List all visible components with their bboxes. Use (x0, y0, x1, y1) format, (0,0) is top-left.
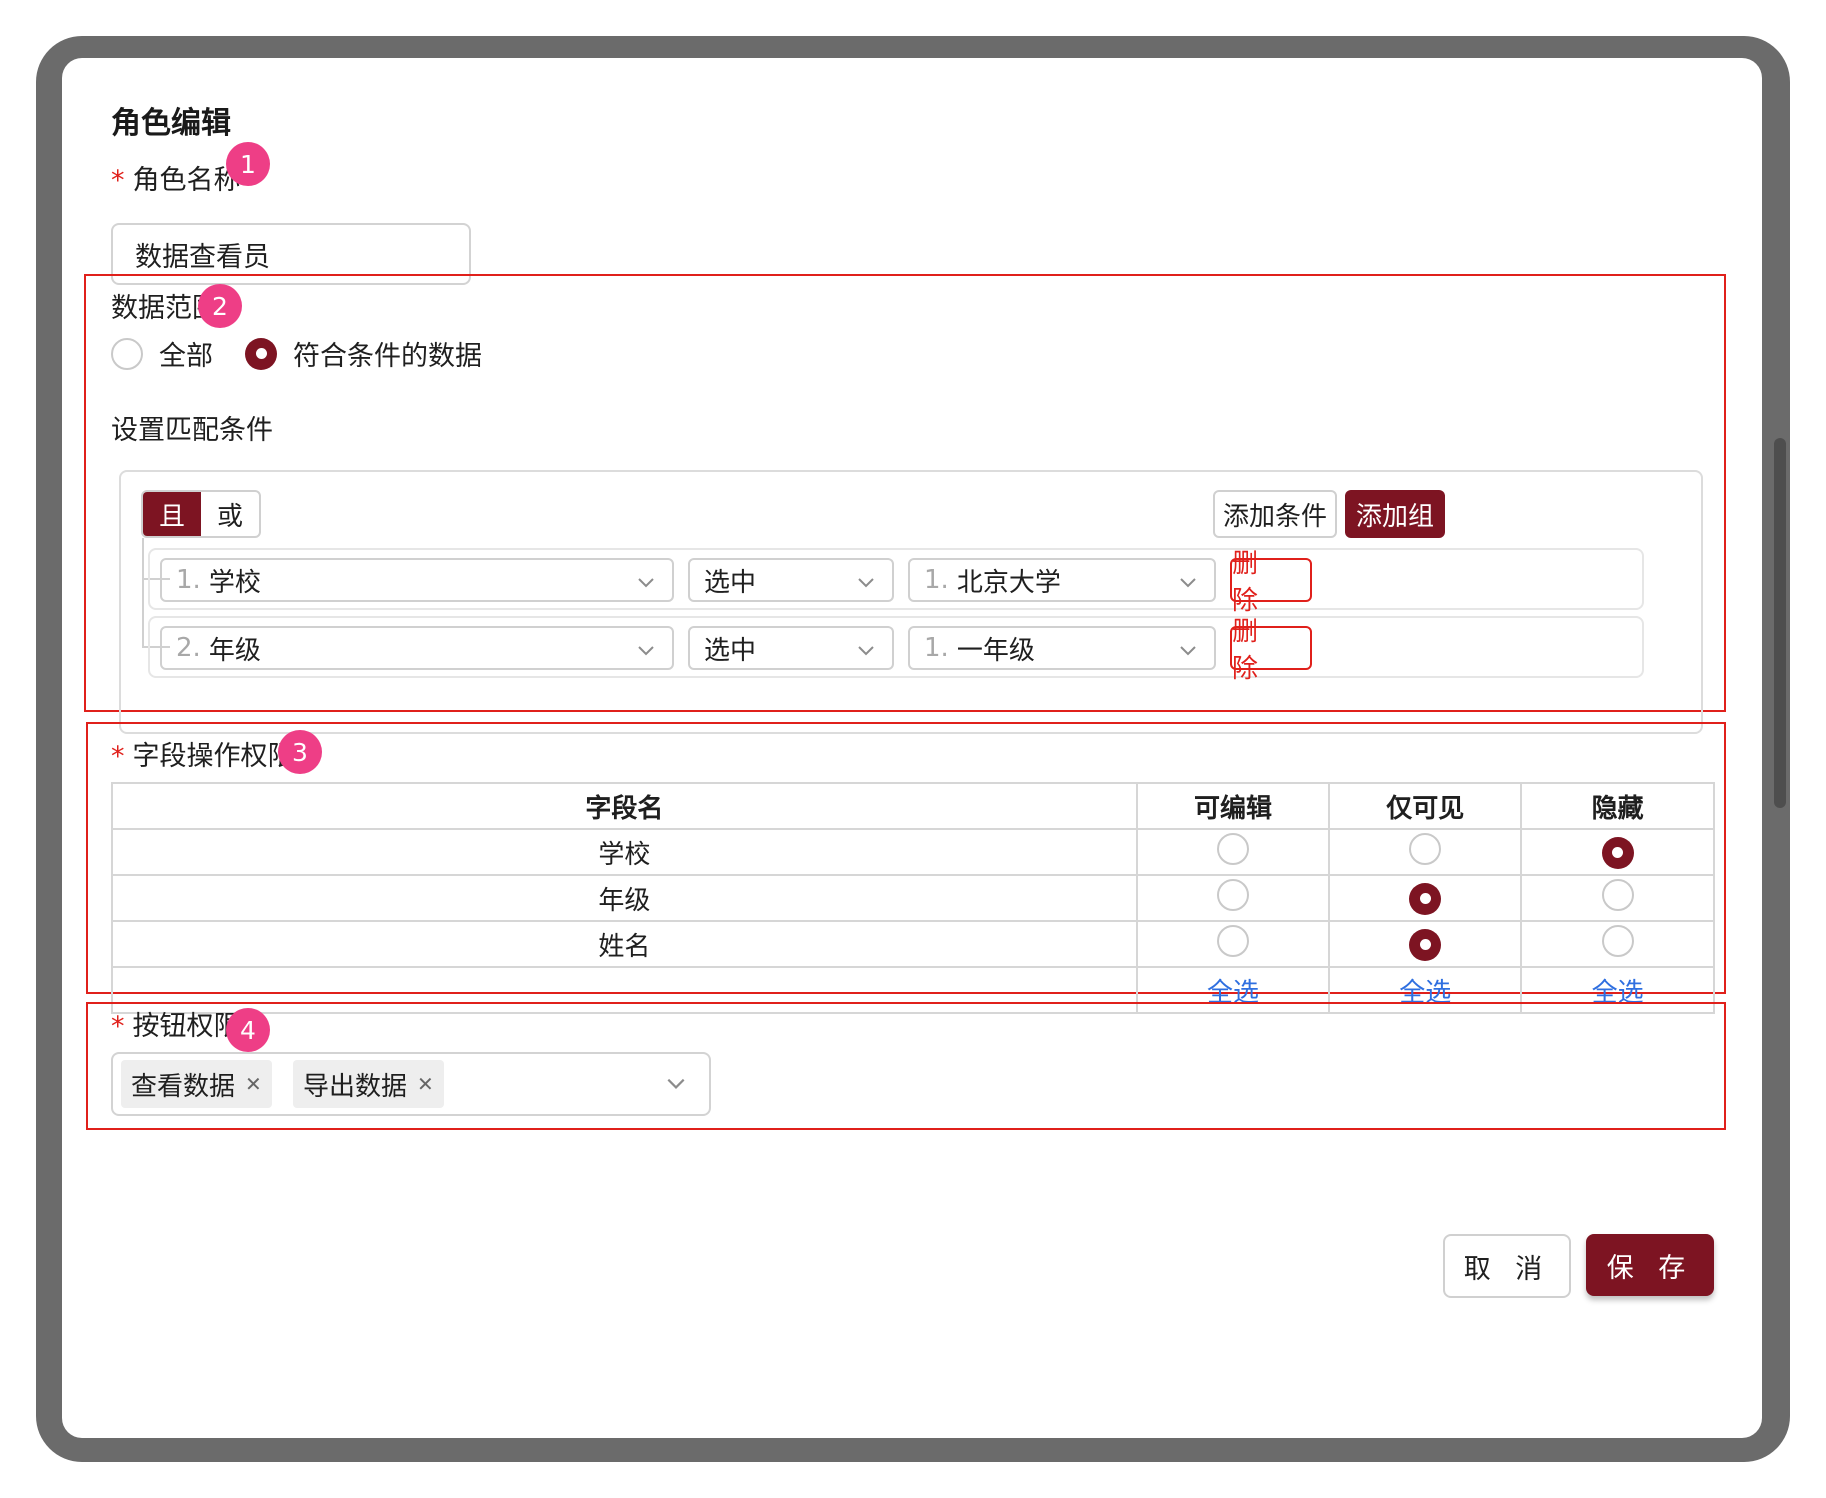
dialog-title: 角色编辑 (111, 106, 231, 141)
scope-option-all[interactable]: 全部 (111, 334, 213, 373)
required-mark: * (111, 1011, 125, 1042)
required-mark: * (111, 741, 125, 772)
required-mark: * (111, 165, 125, 196)
field-value: 年级 (208, 635, 261, 666)
step-badge-4: 4 (226, 1008, 270, 1052)
operator-value: 选中 (704, 567, 757, 598)
operator-select[interactable]: 选中 (688, 558, 894, 602)
add-condition-button[interactable]: 添加条件 (1213, 490, 1337, 538)
step-badge-2: 2 (198, 284, 242, 328)
radio-visible-only[interactable] (1409, 928, 1442, 961)
header-field-name: 字段名 (111, 782, 1138, 830)
chevron-down-icon (858, 578, 874, 588)
operator-select[interactable]: 选中 (688, 626, 894, 670)
logic-toggle: 且 或 (141, 490, 261, 538)
logic-or-button[interactable]: 或 (201, 492, 259, 536)
step-badge-1: 1 (226, 142, 270, 186)
table-header-row: 字段名 可编辑 仅可见 隐藏 (111, 782, 1715, 830)
delete-condition-button[interactable]: 删 除 (1230, 549, 1312, 616)
role-edit-dialog: 角色编辑 * 角色名称 1 数据查看员 数据范围 2 全部 符合条件的数据 设置匹… (62, 58, 1762, 1438)
header-visible-only: 仅可见 (1328, 782, 1523, 830)
table-row: 年级 (111, 874, 1715, 922)
permission-tag: 查看数据 ✕ (121, 1060, 272, 1108)
close-icon[interactable]: ✕ (245, 1072, 262, 1096)
value-select[interactable]: 1. 一年级 (908, 626, 1216, 670)
button-permissions-label: * 按钮权限 (111, 1011, 241, 1042)
value-value: 北京大学 (956, 567, 1061, 598)
radio-hidden[interactable] (1601, 836, 1634, 869)
value-index: 1. (924, 565, 949, 595)
field-index: 2. (176, 633, 201, 663)
radio-hidden[interactable] (1601, 924, 1634, 957)
radio-editable[interactable] (1217, 832, 1250, 865)
chevron-down-icon (667, 1078, 685, 1089)
radio-editable[interactable] (1217, 924, 1250, 957)
scrollbar[interactable] (1774, 438, 1786, 808)
radio-conditional[interactable] (245, 337, 277, 370)
condition-row: 1. 学校 选中 1. 北京大学 删 除 (148, 548, 1644, 616)
field-name-cell: 姓名 (111, 920, 1138, 968)
save-button[interactable]: 保 存 (1586, 1234, 1714, 1296)
field-name-cell: 年级 (111, 874, 1138, 922)
field-permissions-label: * 字段操作权限 (111, 741, 295, 772)
match-conditions-label: 设置匹配条件 (111, 415, 273, 446)
field-select[interactable]: 2. 年级 (160, 626, 674, 670)
permission-tag-label: 导出数据 (303, 1071, 408, 1102)
chevron-down-icon (638, 646, 654, 656)
chevron-down-icon (1180, 578, 1196, 588)
condition-row: 2. 年级 选中 1. 一年级 删 除 (148, 616, 1644, 684)
button-permissions-select[interactable]: 查看数据 ✕ 导出数据 ✕ (111, 1052, 711, 1116)
radio-all[interactable] (111, 337, 143, 370)
group-connector (142, 538, 144, 646)
scope-option-conditional[interactable]: 符合条件的数据 (245, 334, 482, 373)
radio-hidden[interactable] (1601, 878, 1634, 911)
close-icon[interactable]: ✕ (417, 1072, 434, 1096)
field-index: 1. (176, 565, 201, 595)
logic-and-button[interactable]: 且 (143, 492, 201, 536)
chevron-down-icon (638, 578, 654, 588)
table-row: 学校 (111, 828, 1715, 876)
field-permissions-table: 字段名 可编辑 仅可见 隐藏 学校 年级 姓名 全选 全选 全选 (111, 782, 1715, 1014)
field-value: 学校 (208, 567, 261, 598)
radio-visible-only[interactable] (1409, 832, 1442, 865)
value-value: 一年级 (956, 635, 1035, 666)
cancel-button[interactable]: 取 消 (1443, 1234, 1571, 1298)
header-editable: 可编辑 (1135, 782, 1331, 830)
scope-option-conditional-label: 符合条件的数据 (293, 341, 482, 372)
table-row: 姓名 (111, 920, 1715, 968)
chevron-down-icon (1180, 646, 1196, 656)
delete-condition-button[interactable]: 删 除 (1230, 617, 1312, 684)
field-name-cell: 学校 (111, 828, 1138, 876)
chevron-down-icon (858, 646, 874, 656)
field-select[interactable]: 1. 学校 (160, 558, 674, 602)
radio-editable[interactable] (1217, 878, 1250, 911)
scope-option-all-label: 全部 (159, 341, 213, 372)
role-name-label: * 角色名称 (111, 165, 241, 196)
step-badge-3: 3 (278, 730, 322, 774)
operator-value: 选中 (704, 635, 757, 666)
value-index: 1. (924, 633, 949, 663)
header-hidden: 隐藏 (1520, 782, 1715, 830)
permission-tag-label: 查看数据 (131, 1071, 236, 1102)
add-group-button[interactable]: 添加组 (1345, 490, 1445, 538)
permission-tag: 导出数据 ✕ (293, 1060, 444, 1108)
value-select[interactable]: 1. 北京大学 (908, 558, 1216, 602)
radio-visible-only[interactable] (1409, 882, 1442, 915)
